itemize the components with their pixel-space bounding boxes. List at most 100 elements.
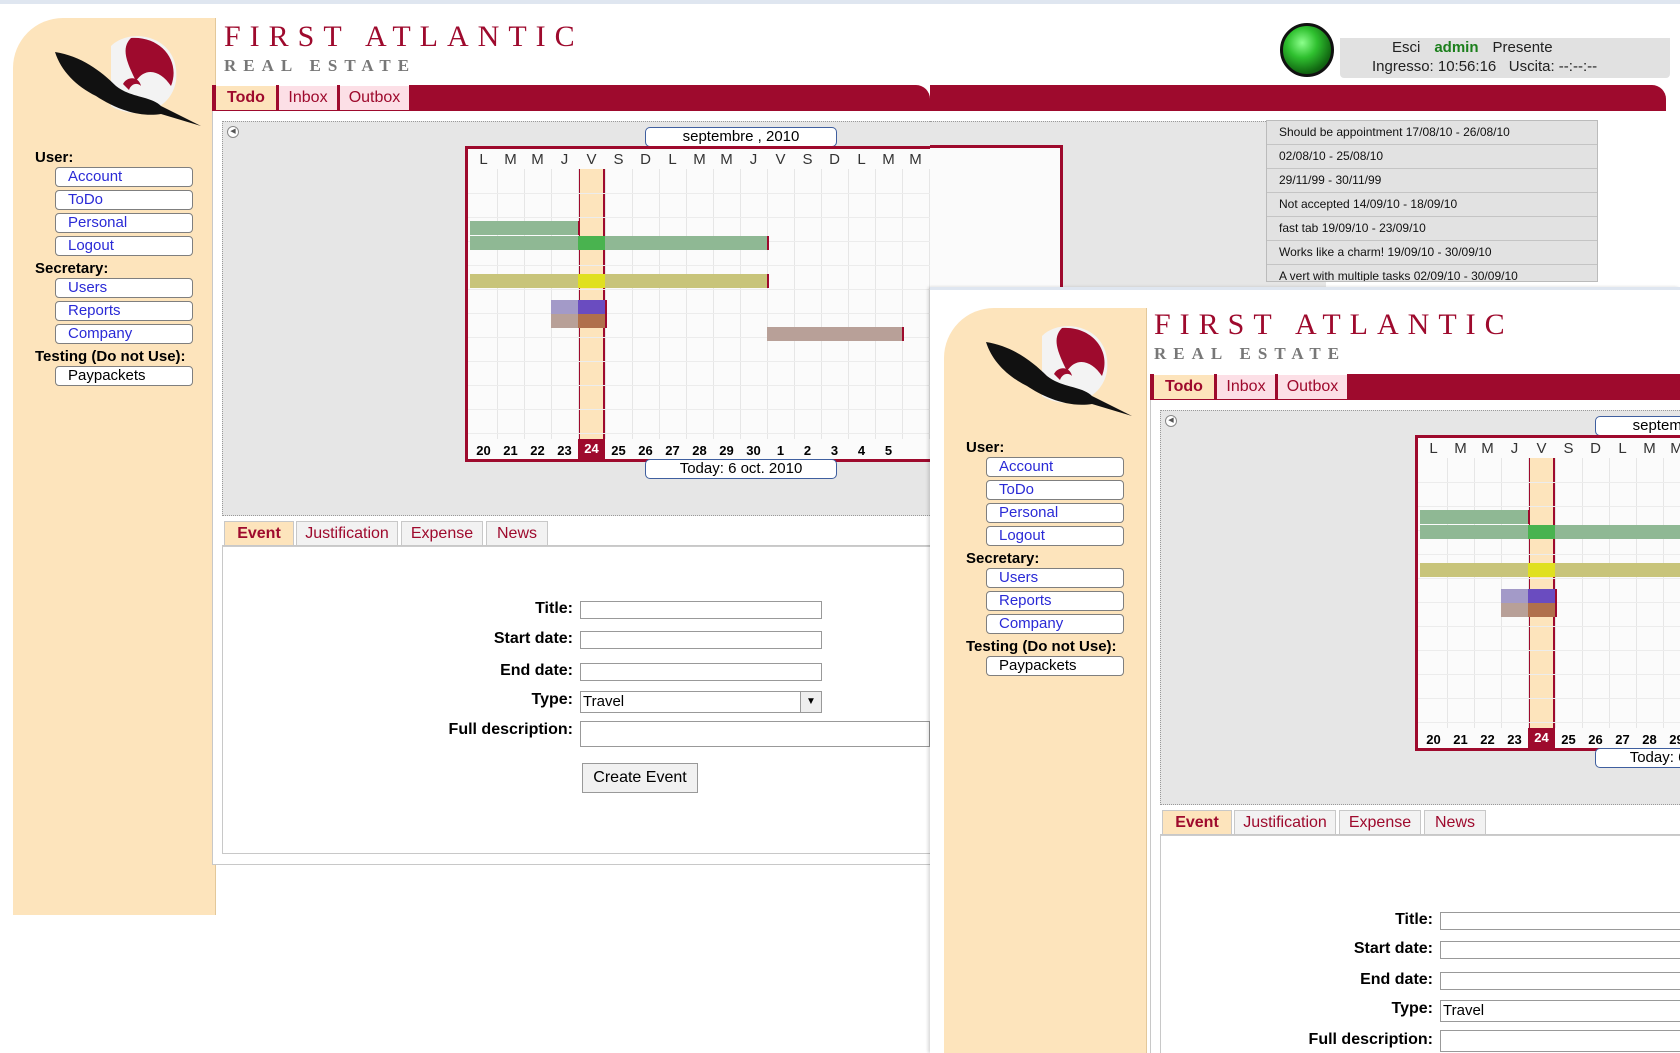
paypackets-link[interactable]: Paypackets (986, 656, 1124, 676)
event-subtabs: Event Justification Expense News (222, 519, 930, 546)
logout-status-link[interactable]: Esci (1392, 39, 1420, 56)
company-link[interactable]: Company (986, 614, 1124, 634)
subtab-event[interactable]: Event (1162, 810, 1232, 834)
event-list-item[interactable]: 29/11/99 - 30/11/99 (1267, 169, 1597, 193)
title-input[interactable] (1440, 912, 1680, 930)
event-bar-green-1[interactable] (470, 221, 580, 235)
start-date-input[interactable] (1440, 941, 1680, 959)
personal-link[interactable]: Personal (55, 213, 193, 233)
grid-row-line (1418, 722, 1680, 723)
day-header: D (1590, 440, 1601, 457)
grid-column-line (1636, 458, 1637, 728)
event-bar-brown-2[interactable] (767, 327, 904, 341)
tab-todo[interactable]: Todo (1154, 374, 1214, 399)
grid-column-line (875, 169, 876, 439)
tab-inbox[interactable]: Inbox (279, 85, 337, 110)
secretary-heading: Secretary: (35, 260, 109, 277)
window-front: User: Account ToDo Personal Logout Secre… (930, 287, 1680, 1053)
grid-row-line (468, 313, 930, 314)
grid-column-line (767, 169, 768, 439)
status-row-2: Ingresso: 10:56:16 Uscita: --:--:-- (1372, 58, 1597, 75)
personal-link[interactable]: Personal (986, 503, 1124, 523)
event-subtabs: Event Justification Expense News (1160, 808, 1680, 835)
logout-link[interactable]: Logout (986, 526, 1124, 546)
end-date-input[interactable] (1440, 972, 1680, 990)
grid-column-line (1447, 458, 1448, 728)
event-bar-green-1[interactable] (1420, 510, 1530, 524)
todo-link[interactable]: ToDo (986, 480, 1124, 500)
users-link[interactable]: Users (55, 278, 193, 298)
event-list-item[interactable]: Not accepted 14/09/10 - 18/09/10 (1267, 193, 1597, 217)
tab-outbox[interactable]: Outbox (1278, 374, 1347, 399)
users-link[interactable]: Users (986, 568, 1124, 588)
description-input[interactable] (580, 721, 930, 747)
subtab-expense[interactable]: Expense (401, 521, 483, 545)
subtab-justification[interactable]: Justification (1234, 810, 1336, 834)
type-label: Type: (531, 691, 573, 708)
day-header: V (775, 151, 786, 168)
day-header: J (560, 151, 569, 168)
tab-outbox[interactable]: Outbox (340, 85, 409, 110)
type-select-value: Travel (1443, 1002, 1485, 1019)
create-event-button[interactable]: Create Event (582, 763, 698, 793)
account-link[interactable]: Account (986, 457, 1124, 477)
brand: FIRST ATLANTIC REAL ESTATE (224, 20, 584, 76)
title-input[interactable] (580, 601, 822, 619)
day-header: M (1454, 440, 1467, 457)
grid-row-line (1418, 674, 1680, 675)
subtab-expense[interactable]: Expense (1339, 810, 1421, 834)
end-date-label: End date: (500, 662, 573, 679)
prev-arrow-icon[interactable]: ◀ (1165, 415, 1177, 427)
event-list-item[interactable]: fast tab 19/09/10 - 23/09/10 (1267, 217, 1597, 241)
grid-row-line (1418, 506, 1680, 507)
event-bar-brown-today (578, 314, 605, 328)
tab-todo[interactable]: Todo (216, 85, 276, 110)
day-number: 27 (665, 443, 680, 458)
testing-heading: Testing (Do not Use): (35, 348, 186, 365)
chevron-down-icon[interactable]: ▼ (800, 692, 821, 712)
day-number: 2 (803, 443, 812, 458)
subtab-news[interactable]: News (486, 521, 548, 545)
grid-row-line (1418, 482, 1680, 483)
type-select[interactable]: Travel (1440, 1000, 1680, 1022)
description-label: Full description: (1308, 1031, 1433, 1048)
user-heading: User: (966, 439, 1005, 456)
subtab-event[interactable]: Event (224, 521, 294, 545)
reports-link[interactable]: Reports (986, 591, 1124, 611)
start-date-label: Start date: (493, 630, 573, 647)
event-list-item[interactable]: Should be appointment 17/08/10 - 26/08/1… (1267, 121, 1597, 145)
todo-link[interactable]: ToDo (55, 190, 193, 210)
day-header: J (1510, 440, 1519, 457)
start-date-input[interactable] (580, 631, 822, 649)
event-bar-green-2[interactable] (470, 236, 769, 250)
type-select[interactable]: Travel ▼ (580, 691, 822, 713)
event-list-item[interactable]: 02/08/10 - 25/08/10 (1267, 145, 1597, 169)
logout-link[interactable]: Logout (55, 236, 193, 256)
user-heading: User: (35, 149, 74, 166)
prev-arrow-icon[interactable]: ◀ (227, 126, 239, 138)
event-bar-brown-today (1528, 603, 1555, 617)
day-number: 20 (476, 443, 491, 458)
grid-row-line (1418, 650, 1680, 651)
paypackets-link[interactable]: Paypackets (55, 366, 193, 386)
event-list-item[interactable]: Works like a charm! 19/09/10 - 30/09/10 (1267, 241, 1597, 265)
day-header: M (1663, 440, 1680, 457)
today-label: Today: 6 oct. 2010 (645, 459, 837, 479)
day-header: V (586, 151, 597, 168)
grid-row-line (1418, 698, 1680, 699)
end-date-input[interactable] (580, 663, 822, 681)
event-bar-olive[interactable] (470, 274, 769, 288)
day-number: 30 (746, 443, 761, 458)
tab-inbox[interactable]: Inbox (1217, 374, 1275, 399)
description-input[interactable] (1440, 1030, 1680, 1052)
subtab-news[interactable]: News (1424, 810, 1486, 834)
month-label: septembre , 2010 (1595, 416, 1680, 436)
day-number: 26 (638, 443, 653, 458)
company-logo-icon (55, 36, 201, 126)
subtab-justification[interactable]: Justification (296, 521, 398, 545)
event-list-item[interactable]: A vert with multiple tasks 02/09/10 - 30… (1267, 265, 1597, 281)
account-link[interactable]: Account (55, 167, 193, 187)
day-header: J (749, 151, 758, 168)
reports-link[interactable]: Reports (55, 301, 193, 321)
company-link[interactable]: Company (55, 324, 193, 344)
